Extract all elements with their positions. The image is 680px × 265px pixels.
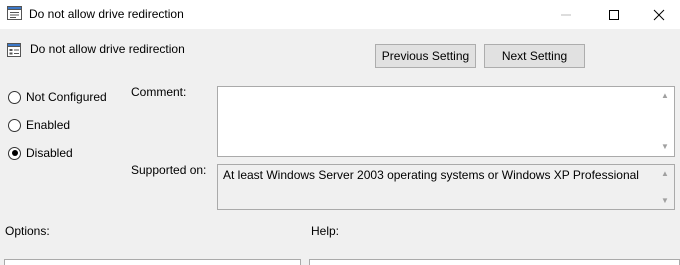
- setting-title: Do not allow drive redirection: [30, 42, 185, 56]
- options-pane[interactable]: [4, 259, 301, 265]
- scroll-up-icon[interactable]: ▲: [661, 92, 669, 100]
- help-label: Help:: [311, 224, 340, 238]
- maximize-icon: [609, 9, 619, 20]
- radio-disabled[interactable]: Disabled: [8, 144, 73, 162]
- next-setting-button[interactable]: Next Setting: [484, 44, 585, 68]
- comment-label: Comment:: [131, 85, 187, 99]
- radio-not-configured[interactable]: Not Configured: [8, 88, 107, 106]
- comment-scrollbar[interactable]: ▲ ▼: [657, 87, 674, 156]
- help-pane[interactable]: [309, 259, 680, 265]
- maximize-button[interactable]: [591, 0, 637, 29]
- supported-on-value: At least Windows Server 2003 operating s…: [223, 168, 639, 182]
- close-icon: [653, 9, 665, 20]
- scroll-down-icon[interactable]: ▼: [661, 197, 669, 205]
- previous-setting-button[interactable]: Previous Setting: [375, 44, 476, 68]
- policy-window-icon: [7, 6, 22, 20]
- minimize-button[interactable]: [543, 0, 589, 29]
- close-button[interactable]: [636, 0, 680, 29]
- radio-label: Not Configured: [26, 90, 107, 104]
- supported-scrollbar[interactable]: ▲ ▼: [657, 165, 674, 209]
- radio-button-icon[interactable]: [8, 118, 21, 132]
- options-label: Options:: [5, 224, 50, 238]
- radio-enabled[interactable]: Enabled: [8, 116, 70, 134]
- window-title: Do not allow drive redirection: [29, 7, 184, 21]
- minimize-icon: [561, 14, 571, 15]
- radio-label: Enabled: [26, 118, 71, 132]
- radio-label: Disabled: [26, 146, 73, 160]
- radio-button-selected-icon[interactable]: [8, 146, 21, 160]
- scroll-up-icon[interactable]: ▲: [661, 170, 669, 178]
- policy-setting-icon: [7, 43, 21, 57]
- supported-on-label: Supported on:: [131, 163, 207, 177]
- radio-button-icon[interactable]: [8, 90, 21, 104]
- scroll-down-icon[interactable]: ▼: [661, 143, 669, 151]
- comment-textarea[interactable]: ▲ ▼: [217, 86, 675, 157]
